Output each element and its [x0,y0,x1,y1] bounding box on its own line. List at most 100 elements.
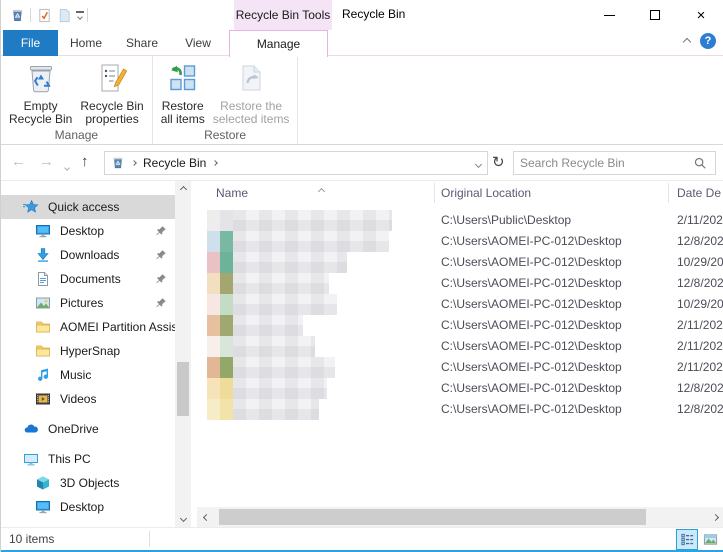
original-location-cell: C:\Users\AOMEI-PC-012\Desktop [441,255,622,269]
sidebar-item-label: Quick access [48,200,120,214]
horizontal-scrollbar[interactable] [197,507,723,527]
sidebar-item-videos[interactable]: Videos [1,387,175,411]
tab-share[interactable]: Share [114,30,170,56]
original-location-cell: C:\Users\Public\Desktop [441,213,572,227]
sidebar-item-downloads[interactable]: Downloads [1,243,175,267]
ribbon-button-label: Restore all items [160,99,205,126]
tab-file[interactable]: File [3,30,58,56]
tab-view[interactable]: View [170,30,226,56]
sidebar-item-3d-objects[interactable]: 3D Objects [1,471,175,495]
sidebar-item-label: Pictures [60,296,104,310]
sidebar-item-desktop[interactable]: Desktop [1,495,175,519]
search-icon[interactable] [693,156,707,170]
this-pc-icon [23,451,39,467]
scroll-left-button[interactable] [197,507,215,527]
original-location-cell: C:\Users\AOMEI-PC-012\Desktop [441,234,622,248]
address-dropdown-button[interactable] [474,156,483,170]
up-button[interactable]: ↑ [81,153,89,171]
original-location-cell: C:\Users\AOMEI-PC-012\Desktop [441,360,622,374]
scroll-up-button[interactable] [175,181,191,198]
column-header-date-deleted[interactable]: Date De [677,186,723,200]
recent-locations-dropdown[interactable] [64,159,70,173]
sidebar-item-this-pc[interactable]: This PC [1,447,175,471]
sidebar-item-aomei-partition-assista[interactable]: AOMEI Partition Assista [1,315,175,339]
sidebar-item-quick-access[interactable]: Quick access [1,195,175,219]
pin-icon [155,297,167,309]
chevron-down-icon [474,160,483,169]
videos-icon [35,391,51,407]
breadcrumb[interactable]: Recycle Bin [143,156,206,170]
column-header-original-location[interactable]: Original Location [441,186,531,200]
folder-icon [35,319,51,335]
sidebar-item-documents[interactable]: Documents [1,267,175,291]
column-separator[interactable] [434,183,435,203]
file-row-4[interactable]: C:\Users\AOMEI-PC-012\Desktop 12/8/202 [197,273,723,294]
search-input[interactable] [514,156,693,170]
file-row-6[interactable]: C:\Users\AOMEI-PC-012\Desktop 2/11/202 [197,315,723,336]
sidebar-scrollbar[interactable] [175,181,191,527]
customize-qat-dropdown[interactable] [76,11,84,20]
redacted-file-name [207,378,327,399]
blank-page-icon[interactable] [54,5,74,25]
scroll-right-button[interactable] [706,507,723,527]
maximize-icon [650,10,660,20]
redacted-file-name [207,210,392,231]
sidebar-item-music[interactable]: Music [1,363,175,387]
sidebar-item-label: Downloads [60,248,120,262]
address-bar[interactable]: Recycle Bin [104,151,488,175]
sidebar-item-hypersnap[interactable]: HyperSnap [1,339,175,363]
large-icons-view-button[interactable] [699,529,721,550]
file-row-2[interactable]: C:\Users\AOMEI-PC-012\Desktop 12/8/202 [197,231,723,252]
recycle-bin-properties-button[interactable]: Recycle Bin properties [76,61,147,127]
scrollbar-thumb[interactable] [219,509,646,525]
maximize-button[interactable] [632,0,678,30]
tab-home[interactable]: Home [58,30,114,56]
file-row-3[interactable]: C:\Users\AOMEI-PC-012\Desktop 10/29/20 [197,252,723,273]
ribbon-group-label: Manage [54,128,99,142]
back-button[interactable]: ← [11,153,26,171]
status-bar: 10 items [1,527,723,550]
sidebar-item-onedrive[interactable]: OneDrive [1,417,175,441]
tab-manage[interactable]: Manage [229,30,328,57]
sidebar-item-label: Desktop [60,224,105,238]
minimize-button[interactable] [586,0,632,30]
scrollbar-thumb[interactable] [177,362,189,416]
sidebar-item-desktop[interactable]: Desktop [1,219,175,243]
date-deleted-cell: 10/29/20 [677,255,723,269]
scroll-down-button[interactable] [175,510,191,527]
properties-check-icon[interactable] [34,5,54,25]
empty-recycle-bin-button[interactable]: Empty Recycle Bin [5,61,76,127]
original-location-cell: C:\Users\AOMEI-PC-012\Desktop [441,297,622,311]
sidebar-item-label: Desktop [60,500,105,514]
file-row-9[interactable]: C:\Users\AOMEI-PC-012\Desktop 12/8/202 [197,378,723,399]
large-icons-view-icon [703,534,717,545]
column-header-name[interactable]: Name [216,186,248,200]
sidebar-item-pictures[interactable]: Pictures [1,291,175,315]
downloads-icon [35,247,51,263]
file-row-7[interactable]: C:\Users\AOMEI-PC-012\Desktop 2/11/202 [197,336,723,357]
forward-button[interactable]: → [39,153,54,171]
documents-icon [35,271,51,287]
recycle-bin-small-icon [7,5,27,25]
file-row-10[interactable]: C:\Users\AOMEI-PC-012\Desktop 12/8/202 [197,399,723,420]
help-button[interactable]: ? [700,33,716,49]
restore-all-items-button[interactable]: Restore all items [157,61,209,127]
original-location-cell: C:\Users\AOMEI-PC-012\Desktop [441,339,622,353]
sidebar-item-label: Music [60,368,92,382]
refresh-button[interactable]: ↻ [492,153,505,171]
ribbon-button-label: Recycle Bin properties [80,99,144,126]
pictures-icon [35,295,51,311]
file-row-5[interactable]: C:\Users\AOMEI-PC-012\Desktop 10/29/20 [197,294,723,315]
sidebar-item-label: OneDrive [48,422,99,436]
collapse-ribbon-button[interactable] [682,34,692,48]
search-box[interactable] [513,151,716,175]
file-list-pane: Name Original Location Date De C:\Users\… [197,181,723,527]
file-row-8[interactable]: C:\Users\AOMEI-PC-012\Desktop 2/11/202 [197,357,723,378]
details-view-button[interactable] [676,529,698,550]
file-row-1[interactable]: C:\Users\Public\Desktop 2/11/202 [197,210,723,231]
redacted-file-name [207,336,315,357]
sidebar-item-label: This PC [48,452,91,466]
column-separator[interactable] [668,183,669,203]
pin-icon [155,273,167,285]
close-button[interactable]: × [678,0,723,30]
